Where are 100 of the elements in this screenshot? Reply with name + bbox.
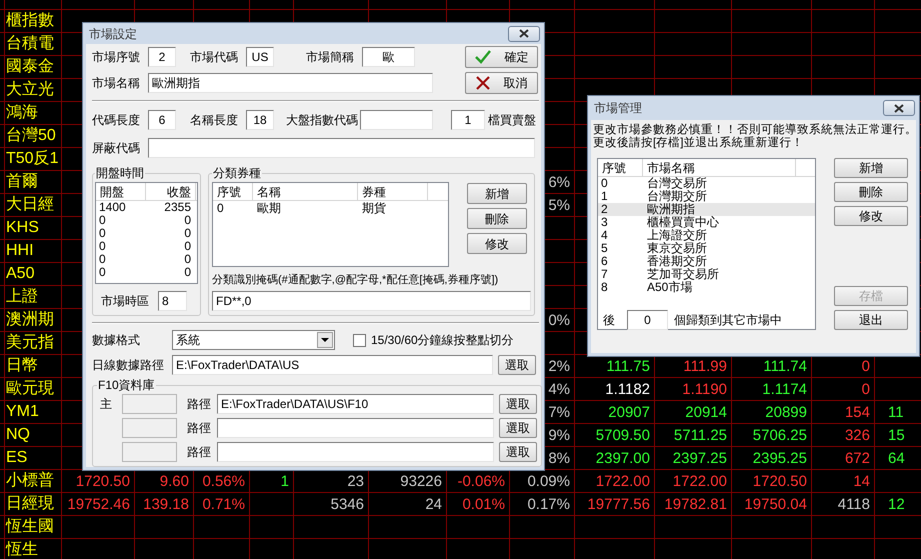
quote-value: 111.74 — [763, 358, 807, 374]
market-row[interactable]: 4 上海證交所 — [598, 229, 815, 242]
dialog-button[interactable]: 確定 — [465, 46, 538, 68]
warning-text: 更改市場參數務必慎重！！否則可能導致系統無法正常運行。 — [593, 124, 917, 136]
column-header[interactable]: 開盤 — [96, 183, 146, 200]
market-name: 香港期交所 — [646, 255, 708, 268]
checkbox[interactable] — [353, 334, 366, 346]
field-label: 路徑 — [187, 396, 212, 413]
field-label: 市場時區 — [101, 293, 150, 310]
quote-value: 14 — [853, 472, 870, 490]
market-row[interactable]: 6 香港期交所 — [598, 255, 815, 268]
text-field[interactable] — [360, 110, 433, 130]
close-icon — [894, 104, 904, 112]
text-field[interactable]: 18 — [246, 110, 274, 130]
dialog-button[interactable]: 刪除 — [467, 208, 527, 229]
quote-value: 19752.46 — [67, 496, 130, 512]
text-field[interactable]: E:\FoxTrader\DATA\US — [172, 355, 493, 375]
column-header[interactable]: 序號 — [598, 159, 643, 176]
instrument-name: 恆生國 — [6, 518, 54, 536]
text-field[interactable]: FD**,0 — [212, 290, 531, 310]
field-label: 市場序號 — [92, 49, 141, 66]
dialog-button[interactable]: 選取 — [499, 442, 537, 462]
instrument-name: T50反1 — [6, 150, 58, 168]
close-icon — [519, 29, 529, 38]
dialog-button[interactable]: 選取 — [499, 394, 537, 414]
column-header[interactable]: 市場名稱 — [643, 159, 796, 176]
text-field[interactable] — [217, 442, 494, 462]
window-title: 市場管理 — [594, 100, 642, 117]
market-row[interactable]: 2 歐洲期指 — [598, 203, 815, 216]
quote-value: 20907 — [608, 404, 650, 420]
market-row[interactable]: 5 東京交易所 — [598, 242, 815, 255]
market-row[interactable]: 8 A50市場 — [598, 281, 815, 294]
dialog-button[interactable]: 刪除 — [834, 182, 908, 202]
text-field[interactable] — [148, 138, 535, 158]
quote-value: 0.56% — [202, 472, 245, 490]
field-label: 檔買賣盤 — [488, 112, 536, 129]
market-row[interactable]: 0 台灣交易所 — [598, 177, 815, 190]
market-name: 櫃檯買賣中心 — [646, 216, 720, 229]
market-row[interactable]: 7 芝加哥交易所 — [598, 268, 815, 281]
open-time: 0 — [98, 240, 107, 253]
market-name: 台灣交易所 — [646, 177, 708, 190]
instrument-name: 日幣 — [6, 357, 38, 375]
field-label: 代碼長度 — [92, 112, 141, 129]
text-field[interactable]: 1 — [451, 110, 485, 130]
text-field[interactable]: 歐洲期指 — [148, 73, 433, 93]
instrument-name: 美元指 — [6, 334, 54, 352]
open-time: 0 — [98, 214, 107, 227]
cross-icon — [476, 76, 490, 90]
instrument-name: 首爾 — [6, 173, 38, 191]
list-cell-text: 0 — [216, 201, 225, 215]
text-field[interactable]: 8 — [158, 291, 187, 311]
open-time: 0 — [98, 266, 107, 279]
market-index: 7 — [600, 268, 609, 281]
mask-hint: 分類識別掩碼(#通配數字,@配字母,*配任意[掩碼,券種序號]) — [212, 272, 500, 288]
quote-value: 154 — [844, 404, 870, 420]
format-dropdown[interactable]: 系統 — [172, 330, 335, 350]
text-field[interactable]: 2 — [148, 47, 176, 67]
close-button[interactable] — [508, 26, 540, 42]
column-header[interactable]: 收盤 — [146, 183, 196, 200]
dialog-button[interactable]: 修改 — [467, 233, 527, 254]
dialog-button[interactable]: 退出 — [834, 310, 908, 330]
dialog-button[interactable]: 選取 — [499, 418, 537, 438]
list-cell-text: 期貨 — [361, 201, 387, 215]
dialog-button[interactable]: 新增 — [467, 183, 527, 204]
instrument-name: NQ — [6, 426, 30, 444]
quote-value: 6% — [548, 174, 570, 190]
quote-value: 19750.04 — [744, 496, 807, 512]
instrument-name: 大日經 — [6, 196, 54, 214]
column-header[interactable]: 券種 — [358, 183, 428, 200]
quote-value: 1722.00 — [672, 472, 727, 490]
dialog-button[interactable]: 新增 — [834, 158, 908, 178]
text-field[interactable]: 0 — [627, 310, 668, 330]
quote-value: 23 — [347, 472, 364, 490]
close-time: 0 — [183, 240, 192, 253]
instrument-name: 櫃指數 — [6, 12, 54, 30]
quote-value: 5346 — [330, 496, 364, 512]
quote-value: 64 — [888, 450, 905, 466]
open-time: 0 — [98, 227, 107, 240]
close-button[interactable] — [883, 100, 915, 116]
market-row[interactable]: 1 台灣期交所 — [598, 190, 815, 203]
text-field[interactable] — [217, 418, 494, 438]
field-label: 大盤指數代碼 — [286, 112, 359, 129]
market-index: 3 — [600, 216, 609, 229]
text-field[interactable]: US — [246, 47, 274, 67]
quote-value: 5711.25 — [674, 426, 727, 444]
field-label: 個歸類到其它市場中 — [674, 312, 782, 329]
dialog-button[interactable]: 選取 — [498, 355, 536, 375]
dialog-button[interactable]: 取消 — [465, 72, 538, 94]
dialog-button[interactable]: 修改 — [834, 206, 908, 226]
text-field[interactable]: 6 — [148, 110, 176, 130]
market-row[interactable]: 3 櫃檯買賣中心 — [598, 216, 815, 229]
text-field[interactable]: E:\FoxTrader\DATA\US\F10 — [217, 394, 494, 414]
disabled-field — [122, 442, 177, 462]
quote-value: 111.99 — [683, 358, 727, 374]
quote-value: 2397.00 — [596, 450, 650, 466]
text-field[interactable]: 歐 — [362, 47, 415, 67]
column-header[interactable]: 名稱 — [253, 183, 358, 200]
group-title: 開盤時間 — [95, 165, 145, 182]
column-header[interactable]: 序號 — [213, 183, 253, 200]
quote-value: 326 — [844, 426, 870, 444]
